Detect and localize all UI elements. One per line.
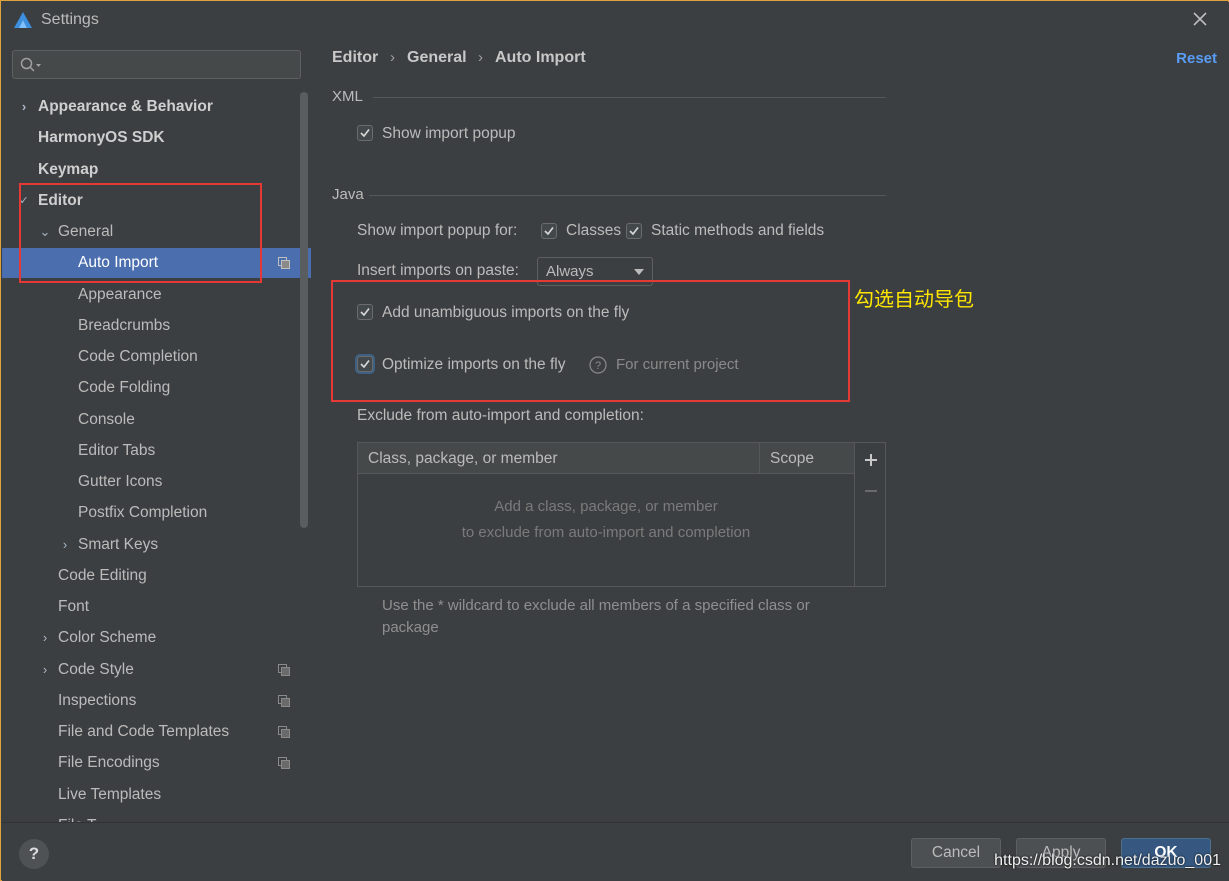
tree-item-postfix-completion[interactable]: Postfix Completion: [2, 498, 311, 528]
tree-item-keymap[interactable]: Keymap: [2, 155, 311, 185]
column-header-class[interactable]: Class, package, or member: [368, 450, 558, 468]
close-icon[interactable]: [1191, 10, 1209, 28]
insert-on-paste-label: Insert imports on paste:: [357, 262, 519, 279]
annotation-box-tree: [19, 183, 262, 283]
bottom-bar: ? Cancel Apply OK https://blog.csdn.net/…: [2, 822, 1229, 881]
tree-item-live-templates[interactable]: Live Templates: [2, 780, 311, 810]
tree-item-inspections[interactable]: Inspections: [2, 686, 311, 716]
annotation-text: 勾选自动导包: [854, 287, 974, 311]
static-methods-checkbox[interactable]: [626, 223, 642, 239]
breadcrumb-editor[interactable]: Editor: [332, 49, 378, 67]
show-import-popup-checkbox[interactable]: [357, 125, 373, 141]
tree-item-console[interactable]: Console: [2, 405, 311, 435]
project-scope-icon: [278, 695, 290, 707]
static-methods-label[interactable]: Static methods and fields: [651, 222, 824, 240]
checkmark-icon: [544, 226, 554, 236]
dropdown-caret-icon: [634, 269, 644, 275]
show-import-popup-label[interactable]: Show import popup: [382, 125, 516, 143]
window-title: Settings: [41, 11, 99, 28]
remove-icon[interactable]: [863, 483, 879, 499]
exclude-table[interactable]: Class, package, or member Scope Add a cl…: [357, 442, 886, 587]
empty-table-line-2: to exclude from auto-import and completi…: [461, 524, 751, 541]
section-title-xml: XML: [332, 88, 363, 105]
checkmark-icon: [629, 226, 639, 236]
table-toolbar: [854, 443, 886, 586]
column-header-scope[interactable]: Scope: [770, 450, 814, 468]
project-scope-icon: [278, 726, 290, 738]
search-icon: [20, 57, 41, 72]
tree-item-smart-keys[interactable]: › Smart Keys: [2, 530, 311, 560]
tree-item-appearance[interactable]: Appearance: [2, 280, 311, 310]
project-scope-icon: [278, 664, 290, 676]
column-divider: [759, 443, 760, 474]
tree-item-appearance-behavior[interactable]: › Appearance & Behavior: [2, 92, 311, 122]
tree-item-file-code-templates[interactable]: File and Code Templates: [2, 717, 311, 747]
help-button[interactable]: ?: [19, 839, 49, 869]
tree-item-harmonyos-sdk[interactable]: HarmonyOS SDK: [2, 123, 311, 153]
wildcard-note-line-2: package: [382, 619, 439, 636]
insert-on-paste-value: Always: [546, 263, 594, 280]
chevron-right-icon[interactable]: ›: [38, 623, 52, 653]
watermark-text: https://blog.csdn.net/dazuo_001: [994, 852, 1221, 869]
breadcrumb-general[interactable]: General: [407, 49, 467, 67]
tree-item-file-types[interactable]: File T...: [2, 811, 311, 822]
wildcard-note-line-1: Use the * wildcard to exclude all member…: [382, 597, 810, 614]
classes-checkbox[interactable]: [541, 223, 557, 239]
sidebar-scrollbar[interactable]: [300, 92, 308, 528]
checkmark-icon: [360, 128, 370, 138]
tree-item-file-encodings[interactable]: File Encodings: [2, 748, 311, 778]
settings-window: Settings › Appearance & Behavior Harmony…: [0, 0, 1229, 881]
app-logo-icon: [14, 12, 32, 28]
empty-table-line-1: Add a class, package, or member: [494, 498, 718, 515]
classes-label[interactable]: Classes: [566, 222, 621, 240]
show-popup-for-label: Show import popup for:: [357, 222, 518, 239]
tree-item-code-editing[interactable]: Code Editing: [2, 561, 311, 591]
tree-item-font[interactable]: Font: [2, 592, 311, 622]
tree-item-code-folding[interactable]: Code Folding: [2, 373, 311, 403]
section-divider: [373, 97, 886, 98]
chevron-right-icon[interactable]: ›: [58, 530, 72, 560]
tree-item-code-completion[interactable]: Code Completion: [2, 342, 311, 372]
search-input[interactable]: [12, 50, 301, 79]
tree-item-editor-tabs[interactable]: Editor Tabs: [2, 436, 311, 466]
chevron-right-icon[interactable]: ›: [38, 655, 52, 685]
project-scope-icon: [278, 257, 290, 269]
tree-item-code-style[interactable]: › Code Style: [2, 655, 311, 685]
section-divider: [369, 195, 886, 196]
annotation-box-options: [331, 280, 850, 402]
exclude-label: Exclude from auto-import and completion:: [357, 407, 644, 424]
tree-item-breadcrumbs[interactable]: Breadcrumbs: [2, 311, 311, 341]
project-scope-icon: [278, 757, 290, 769]
settings-sidebar: › Appearance & Behavior HarmonyOS SDK Ke…: [2, 38, 312, 822]
breadcrumb-separator-icon: ›: [390, 49, 395, 66]
title-bar: Settings: [2, 2, 1229, 38]
reset-link[interactable]: Reset: [1176, 50, 1217, 67]
tree-item-color-scheme[interactable]: › Color Scheme: [2, 623, 311, 653]
add-icon[interactable]: [863, 452, 879, 468]
cancel-button[interactable]: Cancel: [911, 838, 1001, 868]
chevron-right-icon[interactable]: ›: [17, 92, 31, 122]
tree-item-gutter-icons[interactable]: Gutter Icons: [2, 467, 311, 497]
table-header: Class, package, or member Scope: [358, 443, 854, 474]
section-title-java: Java: [332, 186, 364, 203]
breadcrumb-separator-icon: ›: [478, 49, 483, 66]
breadcrumb-auto-import: Auto Import: [495, 49, 586, 66]
settings-content: Editor › General › Auto Import Reset XML…: [312, 38, 1229, 822]
